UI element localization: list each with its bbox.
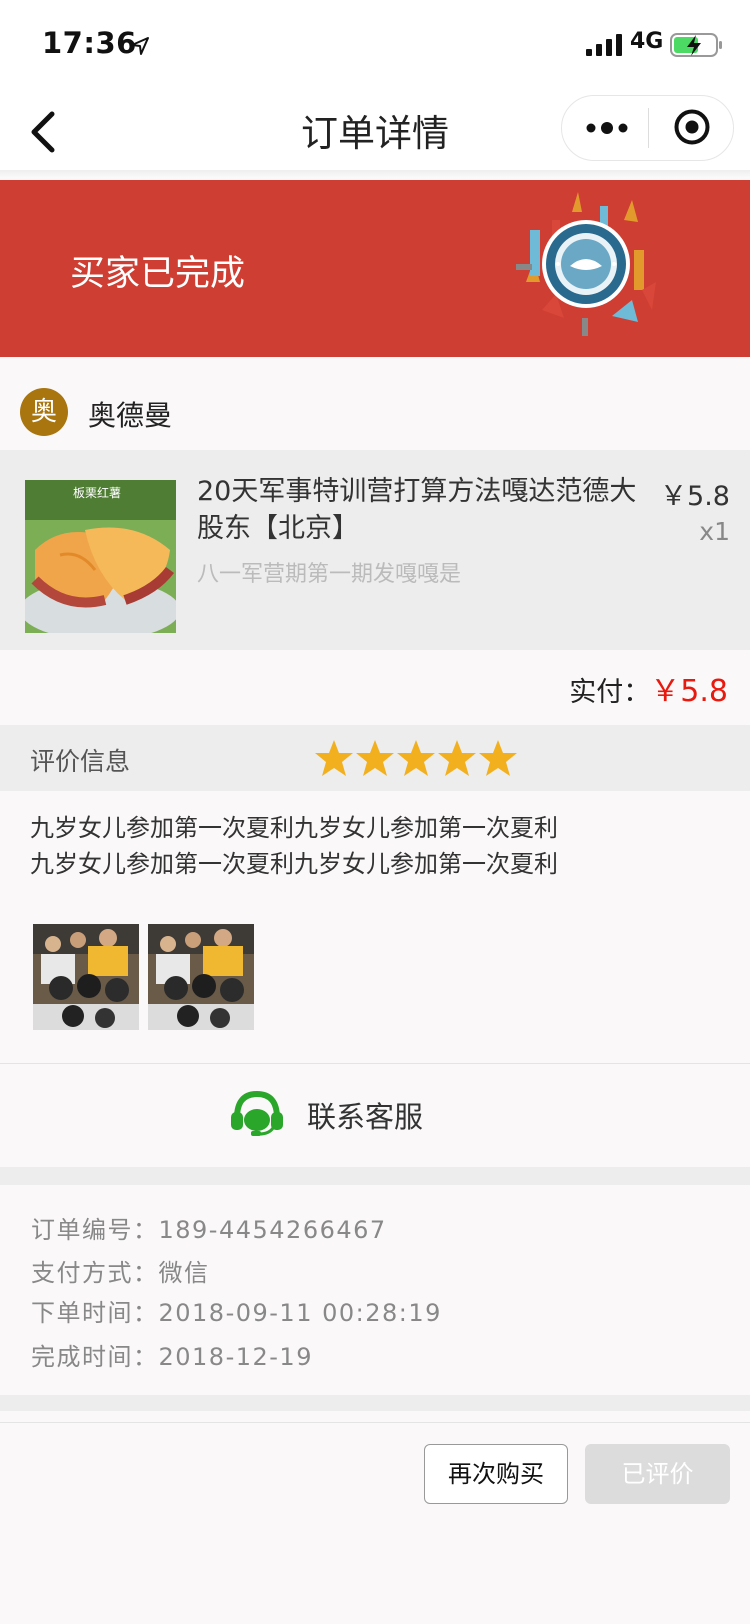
divider [0, 1063, 750, 1064]
paid-summary: 实付：￥5.8 [569, 666, 728, 710]
headset-icon[interactable] [229, 1090, 285, 1136]
reviewed-button[interactable]: 已评价 [585, 1444, 730, 1504]
contact-service-button[interactable]: 联系客服 [307, 1094, 423, 1136]
rating-stars [314, 738, 519, 782]
order-number: 订单编号：189-4454266467 [31, 1216, 387, 1244]
product-price: ￥5.8 [660, 481, 730, 512]
shop-avatar: 奥 [20, 388, 68, 436]
review-text-line: 九岁女儿参加第一次夏利九岁女儿参加第一次夏利 [30, 814, 558, 842]
product-subtitle: 八一军营期第一期发嘎嘎是 [197, 562, 462, 587]
order-time: 下单时间：2018-09-11 00:28:19 [31, 1299, 442, 1327]
payment-method: 支付方式：微信 [31, 1259, 210, 1287]
star-icon [397, 740, 435, 776]
location-arrow-icon [131, 37, 149, 55]
battery-charging-icon [670, 33, 722, 57]
order-status-text: 买家已完成 [70, 254, 246, 294]
product-quantity: x1 [699, 517, 730, 546]
finish-time: 完成时间：2018-12-19 [31, 1343, 313, 1371]
paid-amount: ￥5.8 [650, 674, 728, 709]
review-label: 评价信息 [30, 747, 131, 776]
signal-icon [586, 34, 622, 56]
status-time: 17:36 [42, 26, 137, 60]
rebuy-button[interactable]: 再次购买 [424, 1444, 568, 1504]
star-icon [315, 740, 353, 776]
divider [0, 1422, 750, 1423]
star-icon [479, 740, 517, 776]
section-gap [0, 1167, 750, 1185]
close-target-icon[interactable] [673, 108, 711, 146]
section-gap [0, 1395, 750, 1411]
review-text: 九岁女儿参加第一次夏利九岁女儿参加第一次夏利 九岁女儿参加第一次夏利九岁女儿参加… [30, 810, 670, 882]
review-photo[interactable] [33, 924, 139, 1030]
capsule-divider [648, 108, 649, 148]
travel-globe-illustration [516, 192, 656, 336]
nav-shadow [0, 170, 750, 178]
review-text-line: 九岁女儿参加第一次夏利九岁女儿参加第一次夏利 [30, 850, 558, 878]
more-dots-icon[interactable] [585, 116, 629, 140]
star-icon [356, 740, 394, 776]
product-title[interactable]: 20天军事特训营打算方法嘎达范德大股东【北京】 [197, 473, 637, 547]
paid-label: 实付： [569, 677, 651, 708]
review-photo[interactable] [148, 924, 254, 1030]
product-image-caption: 板栗红薯 [73, 485, 121, 500]
product-image[interactable]: 板栗红薯 [25, 480, 176, 633]
shop-name[interactable]: 奥德曼 [88, 394, 172, 434]
star-icon [438, 740, 476, 776]
network-type: 4G [630, 29, 664, 54]
